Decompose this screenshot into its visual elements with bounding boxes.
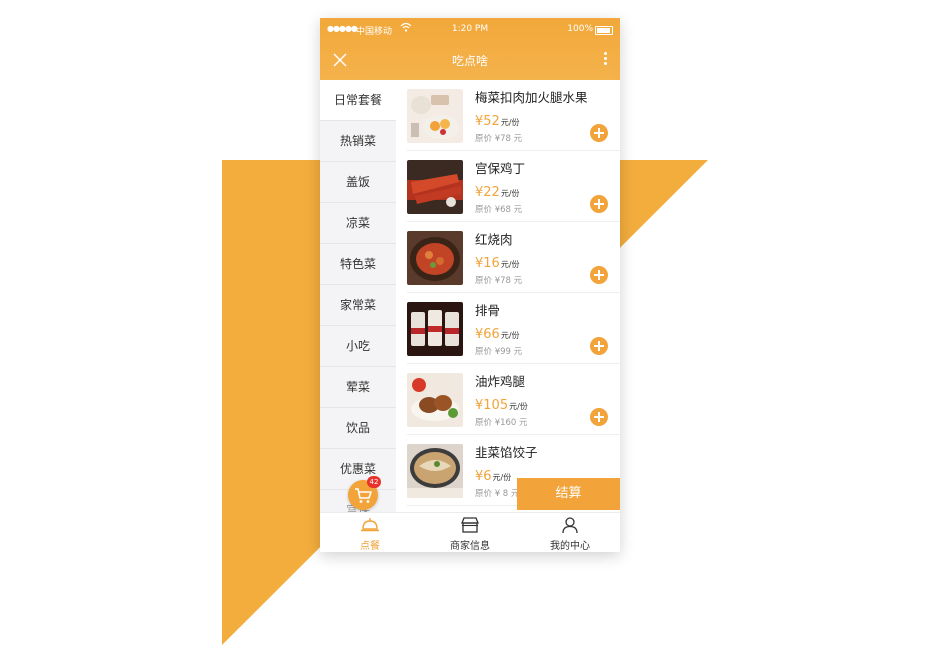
header: ●●●●● 中国移动 1:20 PM 100% 吃点啥: [320, 18, 620, 80]
price-unit: 元/份: [509, 402, 528, 411]
user-icon: [562, 517, 578, 534]
nav-bar: 吃点啥: [320, 40, 620, 80]
tab-label: 我的中心: [550, 541, 590, 552]
category-item[interactable]: 荤菜: [320, 367, 396, 408]
plus-icon[interactable]: [590, 124, 608, 142]
dish-item[interactable]: 排骨 ¥66元/份 原价 ¥99 元: [407, 293, 620, 364]
more-icon[interactable]: [600, 50, 610, 70]
dish-price: ¥105: [475, 398, 509, 413]
dish-image: [407, 373, 463, 427]
original-price: 原价 ¥160 元: [475, 418, 528, 428]
price-unit: 元/份: [500, 260, 520, 269]
original-price: 原价 ¥ 8 元: [475, 489, 520, 499]
dish-name: 宫保鸡丁: [475, 161, 526, 176]
dish-price: ¥16: [475, 256, 500, 271]
category-item[interactable]: 凉菜: [320, 203, 396, 244]
dish-price: ¥52: [475, 114, 500, 129]
original-price: 原价 ¥68 元: [475, 205, 523, 215]
dish-name: 红烧肉: [475, 232, 513, 247]
checkout-button[interactable]: 结算: [517, 478, 620, 510]
original-price: 原价 ¥99 元: [475, 347, 523, 357]
category-sidebar: 日常套餐 热销菜 盖饭 凉菜 特色菜 家常菜 小吃 荤菜 饮品 优惠菜 宫保: [320, 80, 396, 531]
page-title: 吃点啥: [451, 54, 488, 68]
dish-image: [407, 444, 463, 498]
dish-list: 梅菜扣肉加火腿水果 ¥52元/份 原价 ¥78 元 宫保鸡丁 ¥22元/份 原价…: [407, 80, 620, 512]
price-unit: 元/份: [500, 118, 520, 127]
dish-price: ¥22: [475, 185, 500, 200]
price-unit: 元/份: [492, 473, 512, 482]
tab-bar: 点餐 商家信息 我的中心: [320, 512, 620, 552]
phone-screen: ●●●●● 中国移动 1:20 PM 100% 吃点啥 日常套餐 热销菜 盖饭 …: [320, 18, 620, 552]
category-item[interactable]: 饮品: [320, 408, 396, 449]
category-item[interactable]: 日常套餐: [320, 80, 396, 121]
tab-merchant-info[interactable]: 商家信息: [420, 513, 520, 552]
tab-label: 点餐: [360, 541, 380, 552]
status-bar: ●●●●● 中国移动 1:20 PM 100%: [320, 18, 620, 40]
dish-name: 韭菜馅饺子: [475, 445, 538, 460]
cloche-icon: [361, 518, 379, 532]
cart-count-badge: 42: [367, 476, 381, 488]
plus-icon[interactable]: [590, 337, 608, 355]
plus-icon[interactable]: [590, 266, 608, 284]
dish-name: 油炸鸡腿: [475, 374, 526, 389]
battery-icon: [595, 26, 613, 35]
category-item[interactable]: 特色菜: [320, 244, 396, 285]
dish-item[interactable]: 宫保鸡丁 ¥22元/份 原价 ¥68 元: [407, 151, 620, 222]
battery-percent: 100%: [567, 24, 593, 34]
tab-label: 商家信息: [450, 541, 490, 552]
category-item[interactable]: 热销菜: [320, 121, 396, 162]
dish-item[interactable]: 红烧肉 ¥16元/份 原价 ¥78 元: [407, 222, 620, 293]
dish-image: [407, 302, 463, 356]
dish-name: 梅菜扣肉加火腿水果: [475, 90, 588, 105]
category-item[interactable]: 小吃: [320, 326, 396, 367]
dish-name: 排骨: [475, 303, 501, 318]
store-icon: [461, 517, 479, 533]
original-price: 原价 ¥78 元: [475, 276, 523, 286]
plus-icon[interactable]: [590, 408, 608, 426]
tab-order[interactable]: 点餐: [320, 513, 420, 552]
dish-item[interactable]: 梅菜扣肉加火腿水果 ¥52元/份 原价 ¥78 元: [407, 80, 620, 151]
plus-icon[interactable]: [590, 195, 608, 213]
dish-image: [407, 89, 463, 143]
dish-item[interactable]: 油炸鸡腿 ¥105元/份 原价 ¥160 元: [407, 364, 620, 435]
original-price: 原价 ¥78 元: [475, 134, 523, 144]
dish-price: ¥66: [475, 327, 500, 342]
dish-image: [407, 231, 463, 285]
category-item[interactable]: 家常菜: [320, 285, 396, 326]
price-unit: 元/份: [500, 189, 520, 198]
tab-my-center[interactable]: 我的中心: [520, 513, 620, 552]
price-unit: 元/份: [500, 331, 520, 340]
dish-image: [407, 160, 463, 214]
dish-price: ¥6: [475, 469, 492, 484]
category-item[interactable]: 盖饭: [320, 162, 396, 203]
